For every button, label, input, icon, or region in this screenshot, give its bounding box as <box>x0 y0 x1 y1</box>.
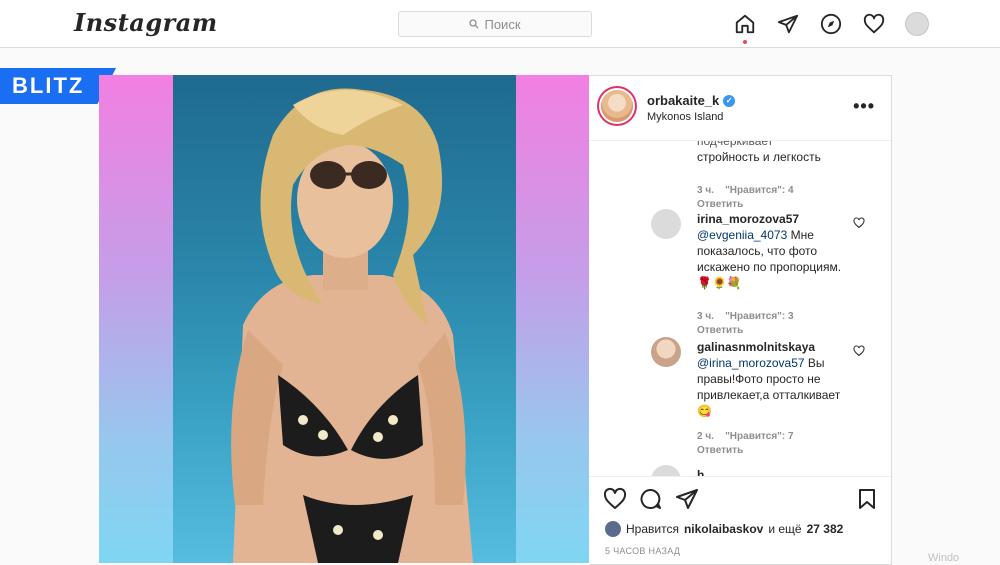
save-bookmark-icon[interactable] <box>855 487 879 511</box>
share-icon[interactable] <box>675 487 699 511</box>
likes-middle: и ещё <box>768 522 802 536</box>
comment-avatar[interactable] <box>651 465 681 476</box>
comment-like-heart-icon[interactable] <box>853 217 865 229</box>
post-actions-section: Нравится nikolaibaskov и ещё 27 382 5 ЧА… <box>589 476 891 565</box>
comment-time: 2 ч. <box>697 431 714 442</box>
author-avatar[interactable] <box>601 90 633 122</box>
post-photo <box>173 75 516 563</box>
comment-username[interactable]: galinasnmolnitskaya <box>697 340 815 354</box>
like-heart-icon[interactable] <box>603 487 627 511</box>
comment-body: galinasnmolnitskaya @irina_morozova57 Вы… <box>697 339 847 419</box>
comment-likes[interactable]: "Нравится": 4 <box>725 185 794 196</box>
reply-button[interactable]: Ответить <box>697 325 743 336</box>
post-location[interactable]: Mykonos Island <box>647 111 723 123</box>
notification-dot <box>743 40 747 44</box>
os-watermark: Windo <box>928 552 960 564</box>
comment-meta: 3 ч. "Нравится": 4 <box>697 185 794 196</box>
instagram-logo[interactable]: Instagram <box>74 8 218 37</box>
comment-likes[interactable]: "Нравится": 3 <box>725 311 794 322</box>
comment-likes[interactable]: "Нравится": 7 <box>725 431 794 442</box>
comment-emoji: 😋 <box>697 404 712 418</box>
liker-avatar[interactable] <box>605 521 621 537</box>
comment-like-heart-icon[interactable] <box>853 345 865 357</box>
comment-meta: 2 ч. "Нравится": 7 <box>697 431 794 442</box>
comment-meta: 3 ч. "Нравится": 3 <box>697 311 794 322</box>
explore-icon[interactable] <box>819 12 843 36</box>
comment-username[interactable]: irina_morozova57 <box>697 212 799 226</box>
post-side-panel: orbakaite_k ✓ Mykonos Island ••• подчерк… <box>589 75 892 565</box>
comment-text-partial: подчеркивает <box>697 141 774 148</box>
top-navigation-bar: Instagram Поиск <box>0 0 1000 48</box>
post-header: orbakaite_k ✓ Mykonos Island ••• <box>589 76 891 141</box>
profile-avatar[interactable] <box>904 12 929 36</box>
likes-summary: Нравится nikolaibaskov и ещё 27 382 <box>605 521 843 537</box>
comment-avatar[interactable] <box>651 337 681 367</box>
comment-emoji: 🌹🌻💐 <box>697 276 742 290</box>
comment-mention[interactable]: @irina_morozova57 <box>697 356 805 370</box>
search-placeholder: Поиск <box>484 16 521 32</box>
home-icon[interactable] <box>733 12 757 44</box>
author-username[interactable]: orbakaite_k <box>647 93 719 108</box>
comment-time: 3 ч. <box>697 311 714 322</box>
comment-text: стройность и легкость <box>697 150 821 164</box>
search-icon <box>469 19 479 29</box>
comment-username-partial[interactable]: h... <box>697 467 847 476</box>
post-image[interactable] <box>99 75 589 563</box>
activity-heart-icon[interactable] <box>862 12 886 36</box>
comment-icon[interactable] <box>639 487 663 511</box>
nav-icons <box>733 12 929 44</box>
likes-count[interactable]: 27 382 <box>807 522 844 536</box>
avatar <box>904 12 929 36</box>
more-options-icon[interactable]: ••• <box>853 96 875 117</box>
author-username-row[interactable]: orbakaite_k ✓ <box>647 93 736 108</box>
reply-button[interactable]: Ответить <box>697 199 743 210</box>
direct-icon[interactable] <box>776 12 800 36</box>
post-timestamp: 5 ЧАСОВ НАЗАД <box>605 546 681 556</box>
comment-mention[interactable]: @evgeniia_4073 <box>697 228 787 242</box>
woman-figure-illustration <box>231 88 473 563</box>
comment-body: irina_morozova57 @evgeniia_4073 Мне пока… <box>697 211 847 291</box>
comment-avatar[interactable] <box>651 209 681 239</box>
search-input[interactable]: Поиск <box>398 11 592 37</box>
likes-prefix: Нравится <box>626 522 679 536</box>
liker-username[interactable]: nikolaibaskov <box>684 522 763 536</box>
comments-list: подчеркивает стройность и легкость 3 ч. … <box>589 141 891 476</box>
verified-badge-icon: ✓ <box>723 94 736 107</box>
reply-button[interactable]: Ответить <box>697 445 743 456</box>
comment-time: 3 ч. <box>697 185 714 196</box>
